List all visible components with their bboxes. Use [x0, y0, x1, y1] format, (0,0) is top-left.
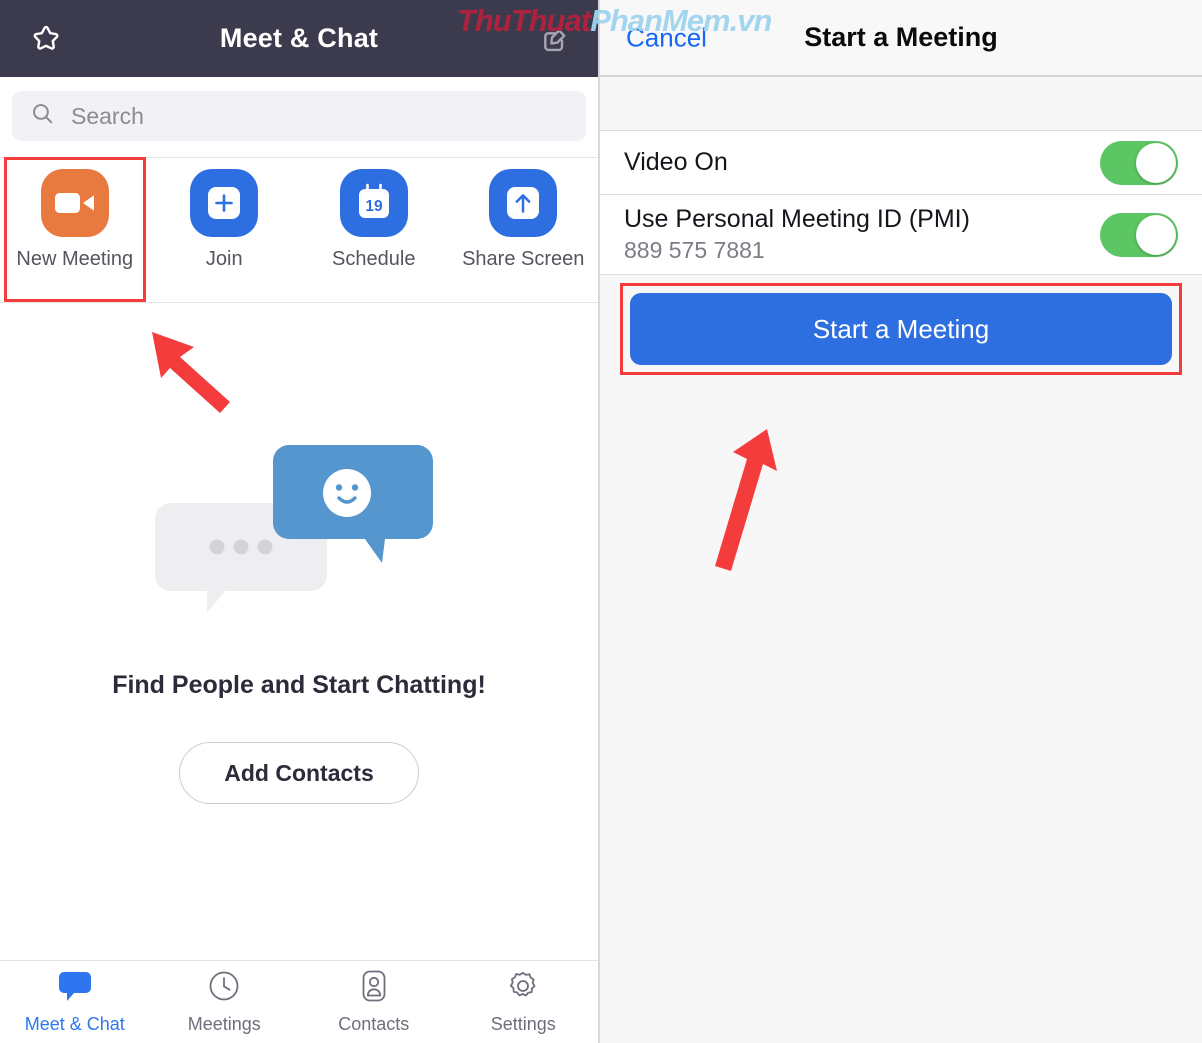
- calendar-icon: 19: [339, 169, 408, 237]
- right-page-title: Start a Meeting: [804, 22, 998, 52]
- video-camera-icon: [40, 169, 109, 237]
- tab-label: Contacts: [338, 1014, 410, 1034]
- action-join[interactable]: Join: [150, 169, 300, 271]
- start-a-meeting-button[interactable]: Start a Meeting: [630, 293, 1172, 365]
- search-input[interactable]: Search: [12, 91, 586, 141]
- tab-settings[interactable]: Settings: [449, 969, 599, 1035]
- setting-row-video-on[interactable]: Video On: [600, 131, 1202, 195]
- tab-label: Meet & Chat: [24, 1014, 125, 1034]
- video-on-toggle[interactable]: [1100, 140, 1178, 185]
- search-placeholder: Search: [71, 102, 144, 129]
- tab-meet-and-chat[interactable]: Meet & Chat: [0, 969, 150, 1035]
- action-schedule[interactable]: 19 Schedule: [299, 169, 449, 271]
- header-spacer: [600, 77, 1202, 131]
- action-label: New Meeting: [16, 248, 134, 270]
- tab-label: Settings: [490, 1014, 556, 1034]
- setting-row-use-pmi[interactable]: Use Personal Meeting ID (PMI) 889 575 78…: [600, 195, 1202, 275]
- pmi-number: 889 575 7881: [624, 237, 765, 263]
- calendar-day-number: 19: [365, 198, 383, 215]
- action-label: Share Screen: [462, 248, 585, 270]
- arrow-up-icon: [489, 169, 558, 237]
- two-chat-bubbles-illustration: [155, 445, 433, 613]
- star-icon[interactable]: [28, 21, 64, 57]
- tab-meetings[interactable]: Meetings: [150, 969, 300, 1035]
- search-icon: [30, 101, 55, 131]
- start-a-meeting-panel: Cancel Start a Meeting Video On Use Pers…: [600, 0, 1202, 1043]
- bottom-tab-bar: Meet & Chat Meetings Contacts Settings: [0, 960, 598, 1043]
- action-new-meeting[interactable]: New Meeting: [0, 169, 150, 271]
- setting-title: Use Personal Meeting ID (PMI): [624, 205, 970, 233]
- left-header-bar: Meet & Chat: [0, 0, 598, 77]
- contact-card-icon: [357, 969, 391, 1008]
- tab-label: Meetings: [187, 1014, 261, 1034]
- gear-icon: [506, 969, 540, 1008]
- setting-text-group: Use Personal Meeting ID (PMI) 889 575 78…: [624, 205, 970, 264]
- setting-text-group: Video On: [624, 148, 728, 177]
- right-header-bar: Cancel Start a Meeting: [600, 0, 1202, 77]
- use-pmi-toggle[interactable]: [1100, 212, 1178, 257]
- start-button-zone: Start a Meeting: [600, 275, 1202, 383]
- page-title: Meet & Chat: [219, 23, 379, 53]
- right-panel-body: [600, 383, 1202, 1043]
- action-label: Schedule: [332, 248, 416, 270]
- action-label: Join: [205, 248, 243, 270]
- quick-actions-row: New Meeting Join 19 Schedule Share Scree…: [0, 157, 598, 303]
- search-section: Search: [0, 77, 598, 157]
- cancel-button[interactable]: Cancel: [626, 22, 707, 53]
- plus-icon: [190, 169, 259, 237]
- tab-contacts[interactable]: Contacts: [299, 969, 449, 1035]
- toggle-knob: [1136, 214, 1176, 255]
- toggle-knob: [1136, 142, 1176, 183]
- setting-title: Video On: [624, 148, 728, 176]
- chat-bubble-icon: [57, 969, 93, 1008]
- action-share-screen[interactable]: Share Screen: [449, 169, 599, 271]
- empty-state-section: Find People and Start Chatting! Add Cont…: [0, 303, 598, 960]
- meet-and-chat-panel: Meet & Chat Search New Meeting Join 19 S…: [0, 0, 600, 1043]
- empty-state-title: Find People and Start Chatting!: [112, 671, 486, 699]
- clock-icon: [207, 969, 241, 1008]
- add-contacts-button[interactable]: Add Contacts: [179, 742, 419, 804]
- screenshot-root: Meet & Chat Search New Meeting Join 19 S…: [0, 0, 1202, 1043]
- compose-new-chat-icon[interactable]: [538, 21, 574, 57]
